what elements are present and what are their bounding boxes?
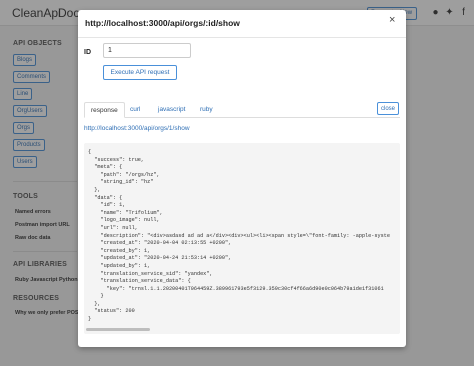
code-line: "created_by": 1, xyxy=(88,247,151,254)
code-line: "status": 200 xyxy=(88,308,135,315)
response-tabs: response curl javascript ruby xyxy=(84,102,400,118)
code-line: "success": true, xyxy=(88,156,145,163)
code-line: "logo_image": null, xyxy=(88,217,160,224)
code-line: }, xyxy=(88,300,101,307)
tab-curl[interactable]: curl xyxy=(124,102,146,118)
code-line: { xyxy=(88,149,92,155)
code-line: "id": 1, xyxy=(88,202,126,209)
response-json: { "success": true, "meta": { "path": "/o… xyxy=(88,149,390,324)
code-line: "description": "<div>asdasd ad ad a</div… xyxy=(88,232,390,239)
code-line: "url": null, xyxy=(88,224,138,231)
code-line: "name": "Trifolium", xyxy=(88,209,163,216)
code-line: "updated_at": "2020-04-24 21:53:14 +0200… xyxy=(88,255,232,262)
close-icon[interactable]: × xyxy=(389,15,395,26)
code-line: "string_id": "hz" xyxy=(88,179,154,186)
code-line: } xyxy=(88,293,104,300)
code-line: "key": "trnsl.1.1.20200401T064459Z.38996… xyxy=(88,285,384,292)
tab-javascript[interactable]: javascript xyxy=(152,102,191,118)
execute-request-button[interactable]: Execute API request xyxy=(103,65,177,80)
request-url-link[interactable]: http://localhost:3000/api/orgs/1/show xyxy=(84,125,190,132)
code-line: "meta": { xyxy=(88,164,123,171)
tab-response[interactable]: response xyxy=(84,102,125,118)
code-line: "translation_service_data": { xyxy=(88,278,191,285)
tab-ruby[interactable]: ruby xyxy=(194,102,219,118)
code-line: "translation_service_sid": "yandex", xyxy=(88,270,213,277)
code-line: "updated_by": 1, xyxy=(88,262,151,269)
modal-header-divider xyxy=(78,37,406,38)
code-line: "created_at": "2020-04-04 02:13:55 +0200… xyxy=(88,240,232,247)
modal-title: http://localhost:3000/api/orgs/:id/show xyxy=(85,18,240,28)
code-line: "data": { xyxy=(88,194,123,201)
code-line: "path": "/orgs/hz", xyxy=(88,171,160,178)
code-line: } xyxy=(88,316,92,323)
code-line: }, xyxy=(88,186,101,193)
close-button[interactable]: close xyxy=(377,102,399,115)
horizontal-scrollbar[interactable] xyxy=(86,328,150,331)
api-request-modal: http://localhost:3000/api/orgs/:id/show … xyxy=(78,10,406,347)
id-label: ID xyxy=(84,49,91,56)
response-code-block[interactable]: { "success": true, "meta": { "path": "/o… xyxy=(84,143,400,334)
id-input[interactable] xyxy=(103,43,191,58)
